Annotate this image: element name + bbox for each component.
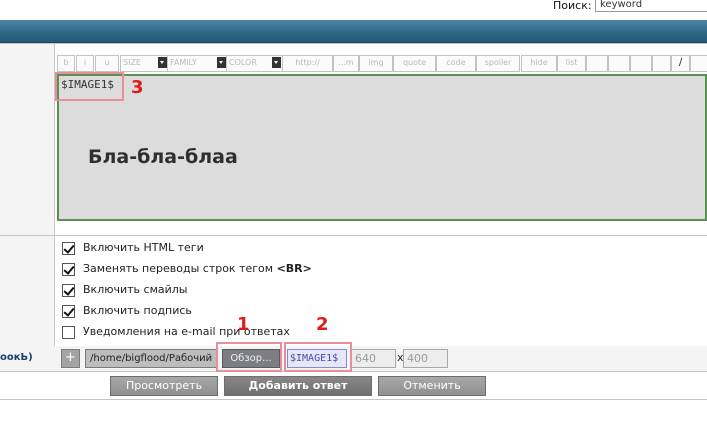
preview-button[interactable]: Просмотреть [110,376,218,396]
header-bar [0,20,707,43]
search-input[interactable]: keyword [595,0,707,12]
callout-number: 3 [131,77,144,98]
chevron-down-icon [158,57,167,68]
search-label: Поиск: [553,0,592,12]
option-label: Уведомления на e-mail при ответах [83,325,290,338]
checkbox[interactable] [62,326,75,339]
toolbar-button[interactable] [630,55,652,72]
hide-button[interactable]: hide [521,55,557,72]
height-input[interactable]: 400 [403,349,448,368]
option-label: Заменять переводы строк тегом <BR> [83,262,312,275]
divider [0,371,707,372]
spoiler-button[interactable]: spoiler [476,55,520,72]
editor-toolbar: b i u SIZE FAMILY COLOR http:// ...m img… [57,55,707,72]
file-path-input[interactable]: /home/bigflood/Рабочий стол/ [85,349,218,368]
quote-button[interactable]: quote [393,55,436,72]
toolbar-button[interactable] [586,55,608,72]
row-label: оокЬ) [0,352,33,363]
underline-button[interactable]: u [95,55,119,72]
option-label: Включить HTML теги [83,241,204,254]
editor-text: Бла-бла-блаа [88,146,238,168]
width-input[interactable]: 640 [351,349,396,368]
callout-box-editor-tag [55,72,124,101]
italic-button[interactable]: i [76,55,94,72]
checkbox[interactable] [62,242,75,255]
left-label-column [0,43,55,371]
divider [0,399,707,400]
divider [0,43,707,44]
size-select-label: SIZE [123,58,141,67]
toolbar-button[interactable] [690,55,707,72]
chevron-down-icon [272,57,281,68]
email-button[interactable]: ...m [333,55,359,72]
submit-reply-button[interactable]: Добавить ответ [224,376,372,396]
callout-number: 1 [237,314,250,335]
callout-box-tag [284,342,352,372]
option-html-tags[interactable]: Включить HTML теги [62,241,362,257]
color-select[interactable]: COLOR [226,55,283,72]
option-label: Включить смайлы [83,283,188,296]
bold-button[interactable]: b [57,55,75,72]
url-button[interactable]: http:// [282,55,333,72]
checkbox[interactable] [62,284,75,297]
checkbox[interactable] [62,263,75,276]
img-button[interactable]: img [359,55,393,72]
slash-button[interactable]: / [671,55,690,72]
option-smilies[interactable]: Включить смайлы [62,283,362,299]
cancel-button[interactable]: Отменить [378,376,486,396]
list-button[interactable]: list [557,55,586,72]
divider [0,235,707,236]
option-br-newlines[interactable]: Заменять переводы строк тегом <BR> [62,262,362,278]
color-select-label: COLOR [229,58,257,67]
code-button[interactable]: code [436,55,476,72]
family-select[interactable]: FAMILY [167,55,228,72]
option-label: Включить подпись [83,304,192,317]
callout-box-browse [216,342,282,372]
toolbar-button[interactable] [608,55,630,72]
checkbox[interactable] [62,305,75,318]
add-attachment-button[interactable]: + [61,349,80,368]
family-select-label: FAMILY [170,58,197,67]
toolbar-button[interactable] [652,55,671,72]
size-select[interactable]: SIZE [120,55,169,72]
callout-number: 2 [316,314,329,335]
chevron-down-icon [217,57,226,68]
